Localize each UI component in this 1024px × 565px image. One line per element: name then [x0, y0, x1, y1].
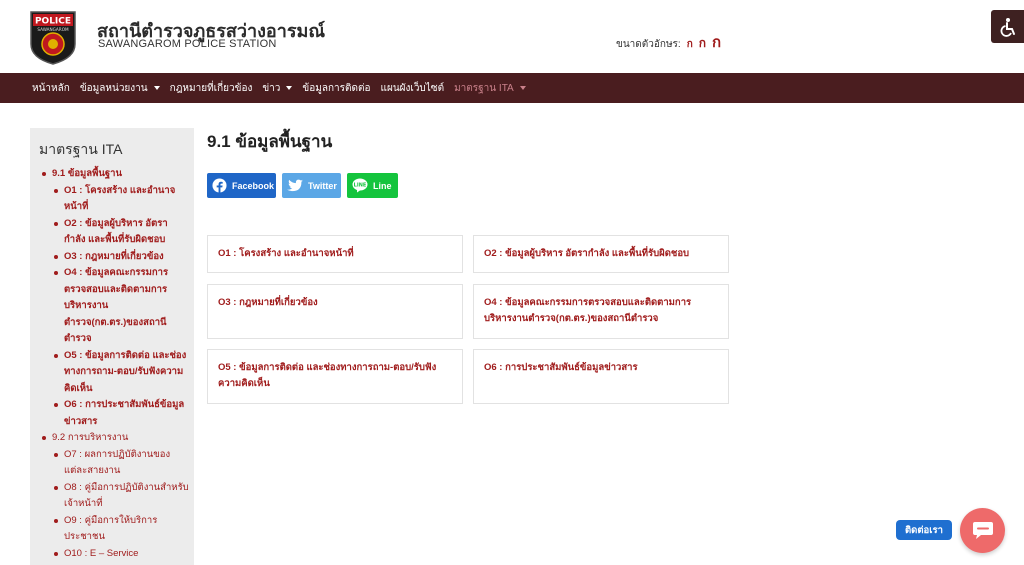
- accessibility-icon: [1000, 17, 1015, 37]
- site-header: POLICE SAWANGAROM สถานีตำรวจภูธรสว่างอาร…: [0, 0, 1024, 73]
- nav-item-sitemap[interactable]: แผนผังเว็บไซต์: [381, 81, 445, 96]
- accessibility-button[interactable]: [991, 10, 1024, 43]
- facebook-share-button[interactable]: Facebook: [207, 173, 276, 198]
- card-o4-label: O4 : ข้อมูลคณะกรรมการตรวจสอบและติดตามการ…: [484, 297, 692, 324]
- card-o1[interactable]: O1 : โครงสร้าง และอำนาจหน้าที่: [207, 235, 463, 273]
- nav-item-news[interactable]: ข่าว: [262, 81, 293, 96]
- font-size-large[interactable]: ก: [712, 30, 721, 54]
- font-size-label: ขนาดตัวอักษร:: [616, 39, 681, 50]
- sidebar-item-o9[interactable]: O9 : คู่มือการให้บริการประชาชน: [39, 513, 189, 546]
- nav-item-laws[interactable]: กฎหมายที่เกี่ยวข้อง: [170, 81, 253, 96]
- card-o5[interactable]: O5 : ข้อมูลการติดต่อ และช่องทางการถาม-ตอ…: [207, 349, 463, 404]
- card-o2[interactable]: O2 : ข้อมูลผู้บริหาร อัตรากำลัง และพื้นท…: [473, 235, 729, 273]
- sidebar-item-9-2[interactable]: 9.2 การบริหารงาน: [39, 430, 189, 447]
- font-size-control: ขนาดตัวอักษร: ก ก ก: [616, 30, 721, 54]
- sidebar-list: 9.1 ข้อมูลพื้นฐาน O1 : โครงสร้าง และอำนา…: [39, 166, 189, 562]
- twitter-share-button[interactable]: Twitter: [282, 173, 341, 198]
- sidebar-item-o1[interactable]: O1 : โครงสร้าง และอำนาจหน้าที่: [39, 183, 189, 216]
- sidebar-title: มาตรฐาน ITA: [39, 141, 123, 157]
- card-o4[interactable]: O4 : ข้อมูลคณะกรรมการตรวจสอบและติดตามการ…: [473, 284, 729, 339]
- sidebar-item-o6[interactable]: O6 : การประชาสัมพันธ์ข้อมูลข่าวสาร: [39, 397, 189, 430]
- facebook-icon: [212, 178, 227, 193]
- nav-item-agency-info[interactable]: ข้อมูลหน่วยงาน: [80, 81, 160, 96]
- sidebar-item-o7[interactable]: O7 : ผลการปฏิบัติงานของแต่ละสายงาน: [39, 447, 189, 480]
- nav-item-ita[interactable]: มาตรฐาน ITA: [454, 81, 526, 96]
- chevron-down-icon: [519, 86, 526, 90]
- chat-icon: [972, 521, 993, 539]
- svg-text:LINE: LINE: [354, 183, 367, 189]
- card-o5-label: O5 : ข้อมูลการติดต่อ และช่องทางการถาม-ตอ…: [218, 362, 437, 389]
- card-o6-label: O6 : การประชาสัมพันธ์ข้อมูลข่าวสาร: [484, 362, 638, 373]
- line-share-button[interactable]: LINE Line: [347, 173, 398, 198]
- svg-text:POLICE: POLICE: [35, 17, 71, 27]
- twitter-icon: [287, 179, 303, 191]
- facebook-share-label: Facebook: [232, 180, 275, 191]
- nav-item-contact[interactable]: ข้อมูลการติดต่อ: [302, 81, 370, 96]
- line-share-label: Line: [373, 180, 392, 191]
- page-title: 9.1 ข้อมูลพื้นฐาน: [207, 132, 333, 151]
- card-o3[interactable]: O3 : กฎหมายที่เกี่ยวข้อง: [207, 284, 463, 339]
- sidebar-item-o10[interactable]: O10 : E – Service: [39, 546, 189, 563]
- sidebar-item-o5[interactable]: O5 : ข้อมูลการติดต่อ และช่องทางการถาม-ตอ…: [39, 348, 189, 398]
- twitter-share-label: Twitter: [308, 180, 337, 191]
- card-o1-label: O1 : โครงสร้าง และอำนาจหน้าที่: [218, 248, 354, 259]
- sidebar-item-o2[interactable]: O2 : ข้อมูลผู้บริหาร อัตรากำลัง และพื้นท…: [39, 216, 189, 249]
- sidebar-item-9-1[interactable]: 9.1 ข้อมูลพื้นฐาน: [39, 166, 189, 183]
- nav-item-home[interactable]: หน้าหลัก: [32, 81, 70, 96]
- chevron-down-icon: [153, 86, 160, 90]
- sidebar-item-o3[interactable]: O3 : กฎหมายที่เกี่ยวข้อง: [39, 249, 189, 266]
- svg-text:SAWANGAROM: SAWANGAROM: [37, 27, 69, 32]
- font-size-small[interactable]: ก: [687, 37, 693, 52]
- card-o3-label: O3 : กฎหมายที่เกี่ยวข้อง: [218, 297, 318, 308]
- chevron-down-icon: [286, 86, 293, 90]
- site-subtitle: SAWANGAROM POLICE STATION: [98, 38, 277, 50]
- sidebar-item-o4[interactable]: O4 : ข้อมูลคณะกรรมการตรวจสอบและติดตามการ…: [39, 265, 189, 348]
- card-o2-label: O2 : ข้อมูลผู้บริหาร อัตรากำลัง และพื้นท…: [484, 248, 690, 259]
- card-o6[interactable]: O6 : การประชาสัมพันธ์ข้อมูลข่าวสาร: [473, 349, 729, 404]
- chat-button[interactable]: [960, 508, 1005, 553]
- police-logo-icon[interactable]: POLICE SAWANGAROM: [27, 8, 79, 66]
- sidebar-item-o8[interactable]: O8 : คู่มือการปฏิบัติงานสำหรับเจ้าหน้าที…: [39, 480, 189, 513]
- sidebar: มาตรฐาน ITA 9.1 ข้อมูลพื้นฐาน O1 : โครงส…: [30, 128, 194, 565]
- font-size-medium[interactable]: ก: [699, 34, 706, 53]
- chat-label[interactable]: ติดต่อเรา: [896, 520, 952, 540]
- line-icon: LINE: [352, 178, 368, 193]
- main-nav: หน้าหลัก ข้อมูลหน่วยงาน กฎหมายที่เกี่ยวข…: [0, 73, 1024, 103]
